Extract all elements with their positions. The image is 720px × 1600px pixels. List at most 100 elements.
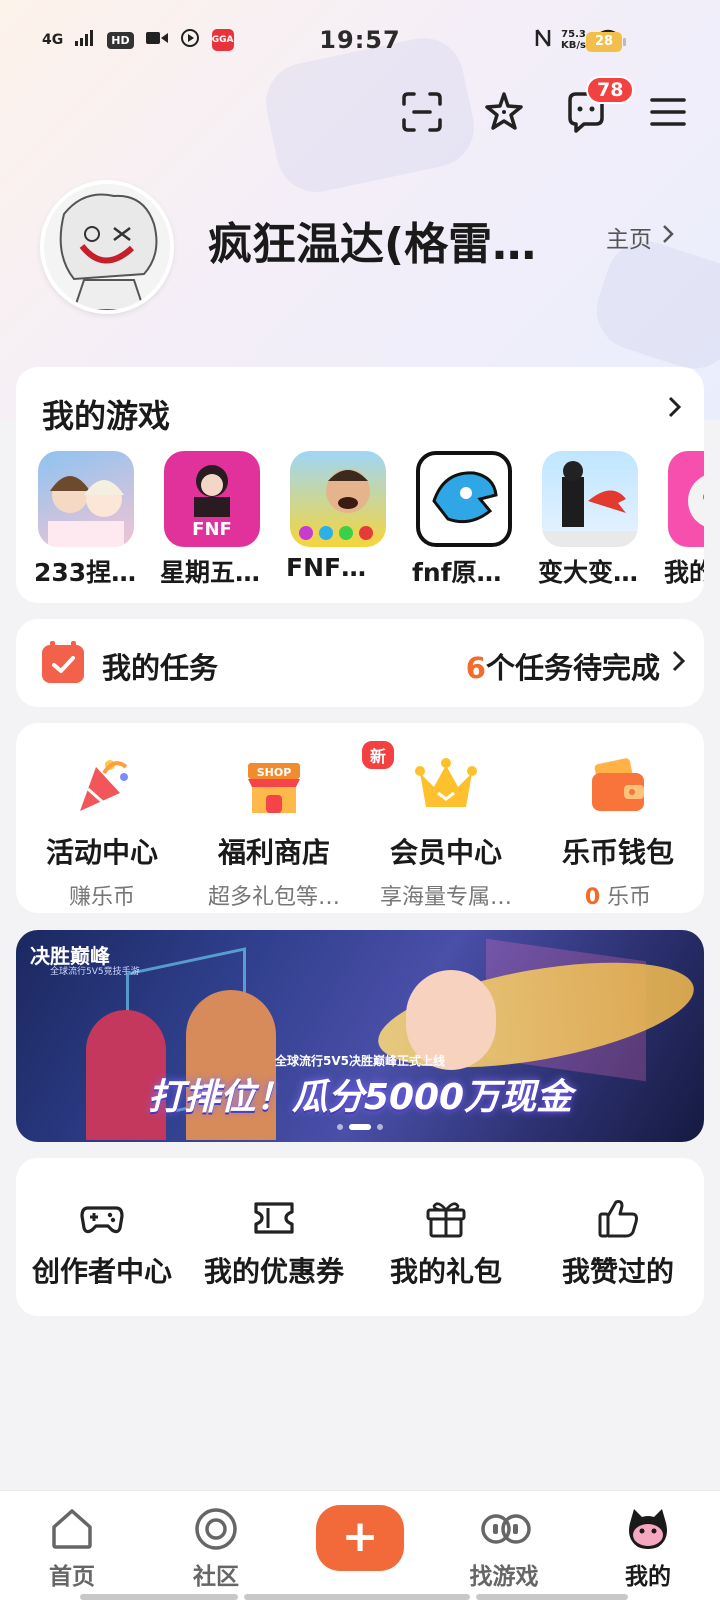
crown-icon [414,753,478,817]
game-item[interactable]: 变大变… [538,451,638,589]
coupons-item[interactable]: 我的优惠券 [188,1196,360,1290]
welfare-shop-title: 福利商店 [217,836,330,869]
nav-find-games[interactable]: 找游戏 [444,1505,564,1591]
calendar-check-icon [40,639,86,685]
game-item[interactable]: fnf原… [412,451,512,589]
carousel-dot[interactable] [377,1124,383,1130]
home-link-label: 主页 [606,227,652,253]
banner-subtitle: 全球流行5V5决胜巅峰正式上线 [275,1054,445,1068]
find-games-icon [480,1505,531,1553]
game-name: 我的 [664,558,704,587]
my-tasks-card[interactable]: 我的任务 6个任务待完成 [16,619,704,707]
nav-mine[interactable]: 我的 [588,1505,708,1591]
creator-center-item[interactable]: 创作者中心 [16,1196,188,1290]
coupons-label: 我的优惠券 [203,1255,344,1288]
banner-logo-sub: 全球流行5V5竞技手游 [50,967,140,977]
coin-wallet-item[interactable]: 乐币钱包 0 乐币 [532,753,704,911]
nav-community-label: 社区 [193,1564,239,1590]
creator-center-label: 创作者中心 [31,1255,172,1288]
nav-home-label: 首页 [49,1564,95,1590]
status-bar: 4G HD GGA 19:57 75.3 KB/s 28 [0,22,720,62]
avatar[interactable] [40,180,174,314]
task-status-text: 个任务待完成 [485,651,660,685]
activity-center-sub: 赚乐币 [68,885,135,910]
game-icon [38,451,134,547]
welfare-shop-sub: 超多礼包等… [207,885,340,910]
liked-item[interactable]: 我赞过的 [532,1196,704,1290]
nav-find-games-label: 找游戏 [469,1564,539,1590]
thumbs-up-icon [596,1196,640,1240]
game-icon: FNF [164,451,260,547]
gesture-bar [80,1594,238,1600]
carousel-dot[interactable] [337,1124,343,1130]
chevron-right-icon [672,649,686,679]
gesture-bar [244,1594,470,1600]
bottom-nav: 首页 社区 + 找游戏 我的 [0,1490,720,1600]
game-name: 星期五… [160,558,261,587]
chevron-right-icon [662,224,674,250]
liked-label: 我赞过的 [561,1255,674,1288]
game-item[interactable]: FNF 星期五… [160,451,260,589]
scan-icon[interactable] [400,90,444,134]
activity-center-item[interactable]: 活动中心 赚乐币 [16,753,188,911]
mascot-icon [624,1505,672,1553]
task-count: 6 [465,651,486,685]
star-sparkle-icon[interactable] [482,90,526,134]
banner-slogan: 打排位！瓜分5000万现金 [147,1077,573,1118]
svg-text:FNF: FNF [192,519,232,540]
my-tasks-label: 我的任务 [102,651,219,685]
battery-indicator: 28 [586,32,626,52]
nfc-icon [535,28,551,51]
ticket-icon [252,1196,296,1240]
svg-text:SHOP: SHOP [257,766,292,779]
carousel-dot-active[interactable] [349,1124,371,1130]
gesture-bar [476,1594,628,1600]
nav-community[interactable]: 社区 [156,1505,276,1591]
chevron-right-icon[interactable] [668,395,682,425]
my-games-title: 我的游戏 [42,397,171,435]
create-button[interactable]: + [316,1505,404,1571]
shop-icon: SHOP 新 [242,739,397,817]
tools-card: 创作者中心 我的优惠券 我的礼包 我赞过的 [16,1158,704,1316]
welfare-shop-item[interactable]: SHOP 新 福利商店 超多礼包等… [188,739,397,911]
game-item[interactable]: FNF… [286,451,386,589]
username[interactable]: 疯狂温达(格雷… [208,208,578,272]
message-badge: 78 [586,76,635,104]
my-games-card: 我的游戏 233捏… FNF 星期五… FNF… fnf原… 变大变… 我 [16,367,704,603]
member-center-sub: 享海量专属… [379,885,512,910]
message-icon[interactable]: 78 [564,76,635,134]
coin-balance: 0 [584,885,601,910]
nav-mine-label: 我的 [625,1564,671,1590]
game-icon [290,451,386,547]
task-status: 6个任务待完成 [466,645,660,687]
games-list: 233捏… FNF 星期五… FNF… fnf原… 变大变… 我 [34,451,704,589]
game-name: 变大变… [538,558,639,587]
coin-wallet-title: 乐币钱包 [561,836,674,869]
gift-packs-item[interactable]: 我的礼包 [360,1196,532,1290]
member-center-item[interactable]: 会员中心 享海量专属… [360,753,532,911]
profile-home-link[interactable]: 主页 [606,220,674,254]
game-icon [542,451,638,547]
nav-home[interactable]: 首页 [12,1505,132,1591]
game-icon [416,451,512,547]
game-name: 233捏… [34,558,137,587]
coin-unit: 乐币 [607,885,652,910]
gift-packs-label: 我的礼包 [389,1255,502,1288]
home-icon [48,1505,96,1553]
promo-banner[interactable]: 决胜巅峰 全球流行5V5竞技手游 全球流行5V5决胜巅峰正式上线 打排位！瓜分5… [16,930,704,1142]
header-actions: 78 [400,76,690,134]
game-icon [668,451,704,547]
coin-wallet-sub: 0 乐币 [532,879,704,911]
party-popper-icon [70,753,134,817]
carousel-indicator [16,1124,704,1130]
menu-icon[interactable] [646,90,690,134]
game-item[interactable]: 我的 [664,451,704,589]
game-item[interactable]: 233捏… [34,451,136,589]
community-icon [192,1505,240,1553]
game-name: fnf原… [412,558,502,587]
gift-icon [424,1196,468,1240]
gamepad-plus-icon [80,1196,124,1240]
wallet-icon [586,753,650,817]
activity-center-title: 活动中心 [45,836,158,869]
network-speed: 75.3 KB/s [561,28,586,51]
